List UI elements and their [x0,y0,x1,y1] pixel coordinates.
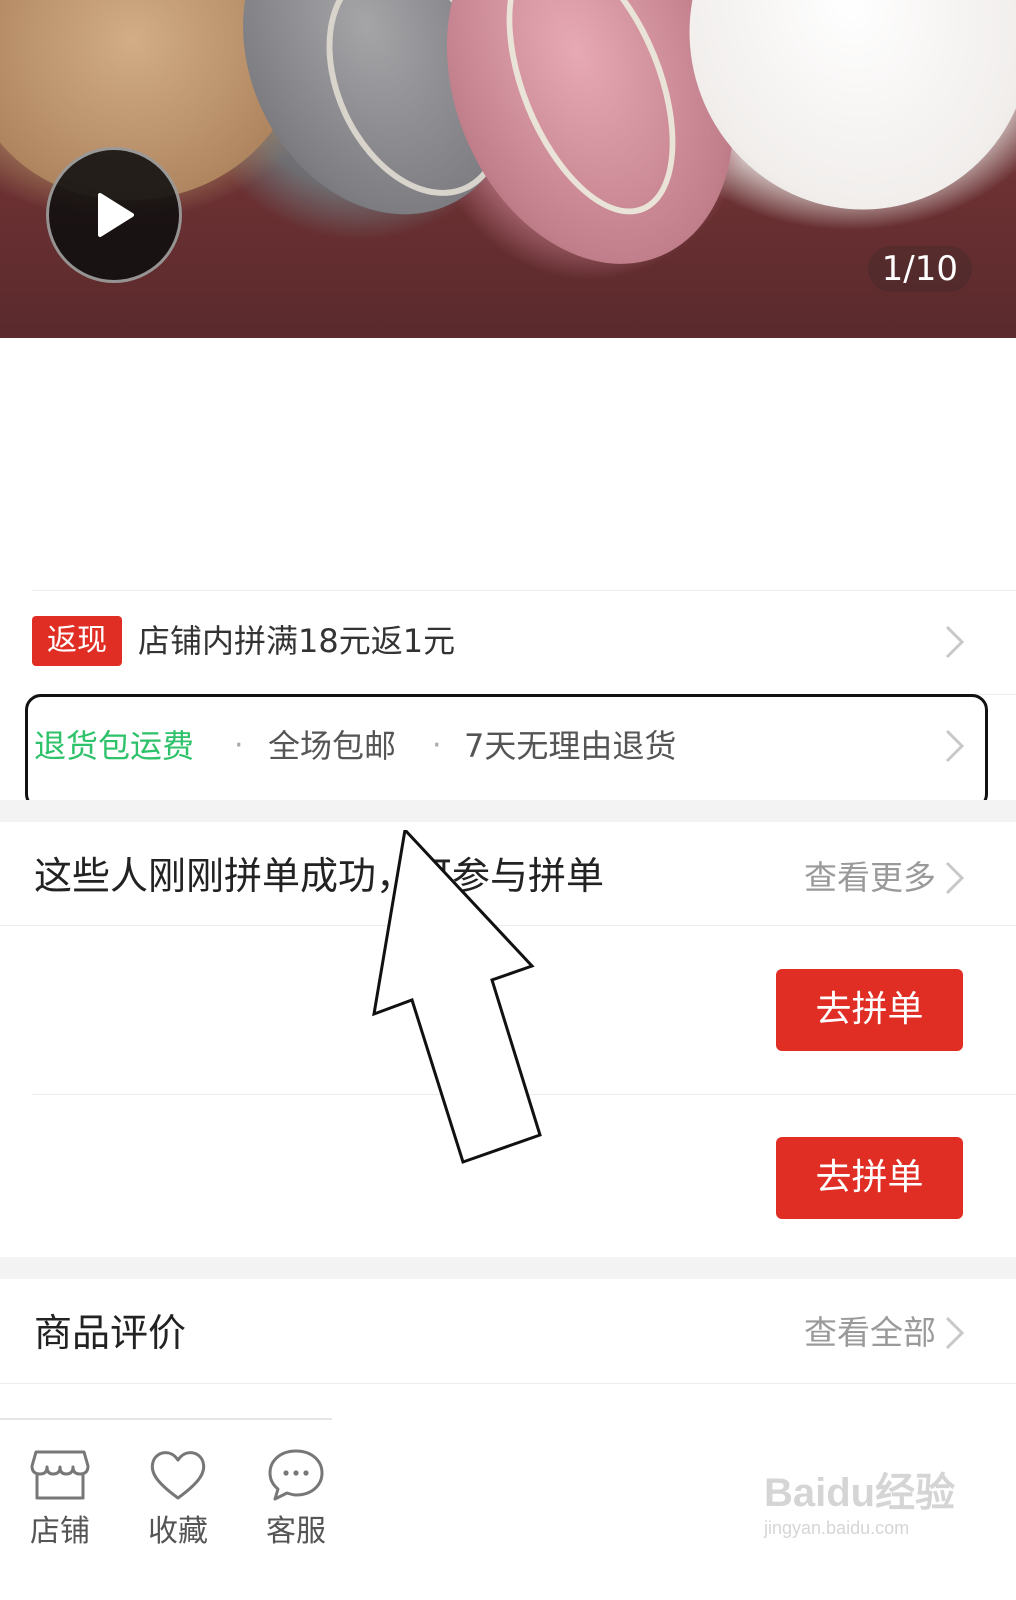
video-play-button[interactable] [46,147,182,283]
chat-bubble-icon [268,1449,324,1501]
divider [32,590,1016,591]
favorite-label: 收藏 [148,1514,208,1549]
chevron-right-icon [945,625,965,659]
section-gap [0,1257,1016,1279]
store-icon [30,1450,90,1500]
play-icon [98,193,134,237]
bottom-tab-store[interactable]: 店铺 [0,1440,120,1560]
heart-icon [150,1451,206,1500]
bottom-tab-customer-service[interactable]: 客服 [236,1440,356,1560]
promo-text: 店铺内拼满18元返1元 [138,622,456,660]
bottom-bar-border [0,1418,332,1420]
highlight-box [25,694,988,810]
image-counter: 1/10 [867,246,972,292]
store-label: 店铺 [30,1514,90,1549]
product-image-carousel[interactable]: 1/10 [0,0,1016,338]
annotation-arrow [372,830,542,1164]
customer-service-label: 客服 [266,1514,326,1549]
join-group-button[interactable]: 去拼单 [776,969,963,1051]
watermark-url: jingyan.baidu.com [764,1518,910,1538]
join-group-button[interactable]: 去拼单 [776,1137,963,1219]
divider [0,1383,1016,1384]
reviews-title: 商品评价 [34,1311,187,1355]
baidu-watermark: Baidu经验 jingyan.baidu.com [760,1460,960,1550]
chevron-right-icon[interactable] [944,1315,966,1351]
view-all-reviews-link[interactable]: 查看全部 [804,1309,936,1357]
chevron-right-icon[interactable] [944,860,966,896]
section-gap [0,800,1016,822]
cashback-badge: 返现 [32,616,122,666]
bottom-tab-favorite[interactable]: 收藏 [118,1440,238,1560]
view-more-link[interactable]: 查看更多 [804,854,936,902]
watermark-brand: Baidu经验 [764,1471,956,1515]
